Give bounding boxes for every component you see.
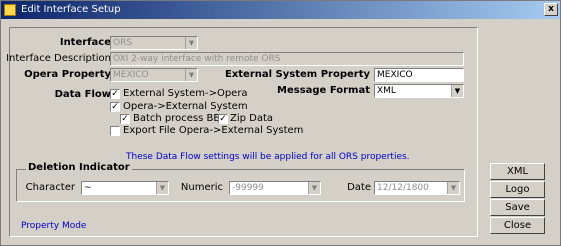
numeric-label: Numeric (180, 182, 223, 193)
opera-property-field[interactable]: MEXICO ▼ (110, 68, 198, 82)
message-format-dropdown-icon[interactable]: ▼ (451, 85, 463, 97)
numeric-value: -99999 (232, 183, 264, 193)
opera-property-label: Opera Property (24, 69, 111, 80)
opera-property-dropdown-icon[interactable]: ▼ (185, 69, 197, 81)
export-file-checkbox[interactable] (110, 126, 120, 136)
save-button[interactable]: Save (490, 199, 545, 216)
batch-process-checkbox[interactable]: ✓ (120, 114, 130, 124)
app-icon (4, 4, 16, 16)
character-field[interactable]: ~ ▼ (81, 181, 169, 195)
data-flow-note: These Data Flow settings will be applied… (126, 152, 410, 162)
character-dropdown-icon[interactable]: ▼ (156, 182, 168, 194)
ext-to-opera-label: External System->Opera (123, 88, 248, 99)
ext-to-opera-checkbox[interactable]: ✓ (110, 89, 120, 99)
numeric-field[interactable]: -99999 ▼ (229, 181, 321, 195)
external-property-value: MEXICO (377, 70, 413, 80)
character-label: Character (25, 182, 75, 193)
opera-property-value: MEXICO (113, 70, 149, 80)
message-format-value: XML (377, 86, 396, 96)
zip-data-checkbox[interactable]: ✓ (218, 114, 228, 124)
message-format-field[interactable]: XML ▼ (374, 84, 464, 98)
title-bar: Edit Interface Setup x (1, 1, 560, 19)
numeric-dropdown-icon[interactable]: ▼ (308, 182, 320, 194)
date-value: 12/12/1800 (377, 183, 429, 193)
interface-value: ORS (113, 38, 133, 48)
interface-dropdown-icon[interactable]: ▼ (185, 37, 197, 49)
window-title: Edit Interface Setup (21, 4, 121, 15)
window-close-button[interactable]: x (544, 3, 558, 16)
description-label: Interface Description (6, 53, 111, 64)
date-field[interactable]: 12/12/1800 ▼ (374, 181, 460, 195)
date-dropdown-icon[interactable]: ▼ (447, 182, 459, 194)
data-flow-label: Data Flow (54, 89, 111, 100)
logo-button[interactable]: Logo (490, 181, 545, 198)
date-label: Date (347, 182, 371, 193)
interface-field[interactable]: ORS ▼ (110, 36, 198, 50)
opera-to-ext-checkbox[interactable]: ✓ (110, 102, 120, 112)
zip-data-label: Zip Data (230, 113, 274, 124)
edit-interface-setup-window: Edit Interface Setup x Interface ORS ▼ I… (0, 0, 561, 246)
interface-label: Interface (59, 37, 111, 48)
deletion-indicator-title: Deletion Indicator (26, 162, 132, 173)
message-format-label: Message Format (277, 85, 370, 96)
description-value: OXI 2-way interface with remote ORS (113, 54, 281, 64)
character-value: ~ (84, 183, 92, 193)
export-file-label: Export File Opera->External System (123, 125, 304, 136)
opera-to-ext-label: Opera->External System (123, 101, 248, 112)
deletion-indicator-group: Deletion Indicator Character ~ ▼ Numeric… (16, 162, 465, 202)
xml-version-button[interactable]: XML Versi... (490, 163, 545, 192)
external-property-field[interactable]: MEXICO (374, 68, 464, 82)
main-panel: Interface ORS ▼ Interface Description OX… (6, 27, 478, 237)
external-property-label: External System Property (225, 69, 370, 80)
description-field[interactable]: OXI 2-way interface with remote ORS (110, 52, 464, 66)
property-mode-label: Property Mode (21, 221, 87, 231)
batch-process-label: Batch process BE (133, 113, 220, 124)
close-button[interactable]: Close (490, 217, 545, 234)
